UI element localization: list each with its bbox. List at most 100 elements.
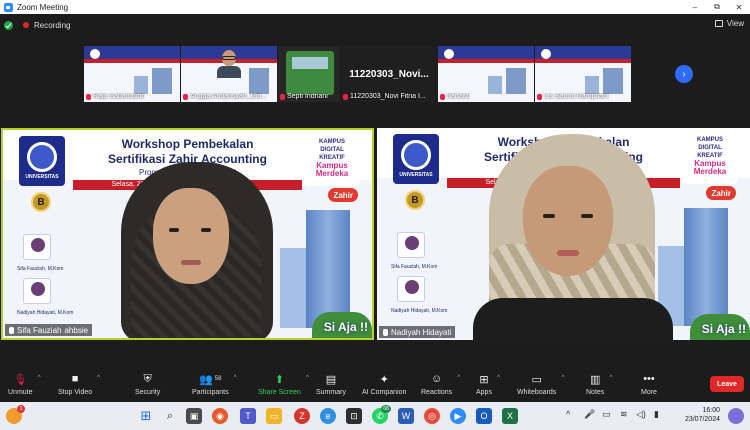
weather-widget-icon[interactable]: 1 <box>6 405 25 424</box>
view-button[interactable]: View <box>714 19 744 28</box>
battery-icon[interactable]: ▭ <box>602 409 611 420</box>
kampus-digital-logo: KAMPUS DIGITAL KREATIF Kampus Merdeka <box>682 132 738 184</box>
zoom-taskbar-icon[interactable]: ▶ <box>450 408 466 424</box>
mic-off-icon <box>440 93 445 100</box>
thumbnail-tile[interactable]: Angga Ardiansyah_Uni... <box>181 46 277 102</box>
chevron-up-icon[interactable]: ^ <box>609 375 612 381</box>
summary-button[interactable]: ▤ Summary <box>316 372 346 397</box>
minimize-button[interactable]: – <box>684 0 706 14</box>
recording-dot-icon <box>23 22 29 28</box>
chevron-up-icon[interactable]: ^ <box>306 375 309 381</box>
edge-icon[interactable]: e <box>320 408 336 424</box>
avatar <box>405 280 419 294</box>
participant-name: Sifa Fauziah <box>17 325 62 335</box>
building-graphic <box>506 68 526 94</box>
thumbnail-name-text: hartanti <box>447 93 471 100</box>
window-title: Zoom Meeting <box>17 2 69 12</box>
share-screen-icon: ⬆ <box>274 373 285 386</box>
security-button[interactable]: ⛨ Security <box>135 372 161 397</box>
lips <box>181 260 201 265</box>
chevron-up-icon[interactable]: ^ <box>234 375 237 381</box>
thumbnail-name: Lis Saumi Ramphani <box>537 93 609 100</box>
chevron-up-icon[interactable]: ^ <box>497 375 500 381</box>
excel-icon[interactable]: X <box>502 408 518 424</box>
chevron-up-icon[interactable]: ^ <box>38 375 41 381</box>
shield-check-icon[interactable] <box>4 20 13 30</box>
university-logo: UNIVERSITAS <box>19 136 65 186</box>
video-tile-active-speaker[interactable]: Workshop Pembekalan Sertifikasi Zahir Ac… <box>1 128 374 340</box>
building-graphic <box>488 76 502 94</box>
thumbnail-name-text: 11220303_Novi Fitria I... <box>350 93 426 100</box>
eye <box>169 228 179 232</box>
view-label: View <box>726 19 744 28</box>
thumbnail-tile[interactable]: Lis Saumi Ramphani <box>535 46 631 102</box>
slide-red-band <box>535 59 631 63</box>
more-button[interactable]: ••• More <box>641 372 657 396</box>
wifi-icon[interactable]: ≋ <box>620 409 628 420</box>
avatar <box>405 236 419 250</box>
speaker-name: Sifa Fauziah, M.Kom <box>17 266 64 272</box>
thumbnail-tile[interactable]: 11220303_Novi... 11220303_Novi Fitria I.… <box>341 46 437 102</box>
taskbar-clock[interactable]: 16:00 23/07/2024 <box>685 406 720 424</box>
building-graphic <box>152 68 172 94</box>
moderator-name: Nadiyah Hidayati, M.Kom <box>17 310 74 316</box>
whatsapp-icon[interactable]: ✆ 68 <box>372 405 391 424</box>
file-explorer-icon[interactable]: ▭ <box>266 408 282 424</box>
whiteboards-button[interactable]: ▭ Whiteboards ^ <box>517 372 564 397</box>
close-button[interactable]: ✕ <box>728 0 750 14</box>
building-graphic <box>603 68 623 94</box>
grid-view-icon <box>714 20 723 27</box>
reactions-button[interactable]: ☺ Reactions ^ <box>421 372 460 396</box>
notification-badge: 1 <box>17 405 25 413</box>
microphone-tray-icon[interactable]: 🎤 <box>584 409 595 420</box>
security-label: Security <box>135 389 161 396</box>
outlook-icon[interactable]: O <box>476 408 492 424</box>
recording-label[interactable]: Recording <box>34 21 70 30</box>
firefox-icon[interactable]: ◉ <box>212 408 228 424</box>
maximize-button[interactable]: ⧉ <box>706 0 728 14</box>
notes-button[interactable]: ▥ Notes ^ <box>586 372 612 397</box>
participants-button[interactable]: 👥 58 Participants ^ <box>192 372 237 397</box>
thumbnail-name: Septi Indriani <box>280 93 328 100</box>
windows-start-icon[interactable]: ⊞ <box>138 408 154 424</box>
ai-companion-button[interactable]: ✦ AI Companion <box>362 372 407 397</box>
notification-center-icon[interactable] <box>728 408 744 424</box>
participants-count: 58 <box>214 376 222 382</box>
window-titlebar: Zoom Meeting – ⧉ ✕ <box>0 0 750 14</box>
thumbnail-tile[interactable]: Raja Sabaruddin <box>84 46 180 102</box>
university-seal-icon <box>401 140 431 170</box>
mic-off-icon <box>183 93 188 100</box>
participant-thumbnail-strip: Raja Sabaruddin Angga Ardiansyah_Uni... … <box>84 46 631 102</box>
chevron-up-icon[interactable]: ^ <box>566 409 570 419</box>
chrome-icon[interactable]: ◎ <box>424 408 440 424</box>
thumbnail-name: hartanti <box>440 93 470 100</box>
zahir-app-icon[interactable]: Z <box>294 408 310 424</box>
university-logo-icon <box>444 49 454 59</box>
chevron-up-icon[interactable]: ^ <box>97 375 100 381</box>
participant-face <box>153 188 229 284</box>
microphone-muted-icon: 🎙 <box>13 373 28 386</box>
next-page-button[interactable]: › <box>675 65 693 83</box>
thumbnail-tile[interactable]: Septi Indriani <box>278 46 340 102</box>
ai-companion-label: AI Companion <box>362 389 407 396</box>
chevron-up-icon[interactable]: ^ <box>457 375 460 381</box>
university-label: UNIVERSITAS <box>25 174 59 180</box>
teams-icon[interactable]: T <box>240 408 256 424</box>
thumbnail-tile[interactable]: hartanti <box>438 46 534 102</box>
word-icon[interactable]: W <box>398 408 414 424</box>
ms-store-icon[interactable]: ⊡ <box>346 408 362 424</box>
participant-video <box>217 50 241 78</box>
chevron-up-icon[interactable]: ^ <box>561 375 564 381</box>
zoom-meeting-window: Zoom Meeting – ⧉ ✕ Recording View Raja S… <box>0 0 750 430</box>
search-icon[interactable]: ⌕ <box>162 408 178 424</box>
share-screen-button[interactable]: ⬆ Share Screen ^ <box>258 372 309 397</box>
task-view-icon[interactable]: ▣ <box>186 408 202 424</box>
volume-icon[interactable]: ◁) <box>636 409 646 420</box>
video-tile[interactable]: Workshop Pembekalan Sertifikasi Zahir Ac… <box>377 128 750 340</box>
apps-button[interactable]: ⊞ Apps ^ <box>476 372 500 397</box>
leave-button[interactable]: Leave <box>710 376 744 392</box>
stop-video-button[interactable]: ■ Stop Video ^ <box>58 372 100 396</box>
unmute-button[interactable]: 🎙 Unmute ^ <box>8 372 41 397</box>
participant-name: Nadiyah Hidayati <box>391 327 452 337</box>
battery-level-icon[interactable]: ▮ <box>654 409 659 420</box>
